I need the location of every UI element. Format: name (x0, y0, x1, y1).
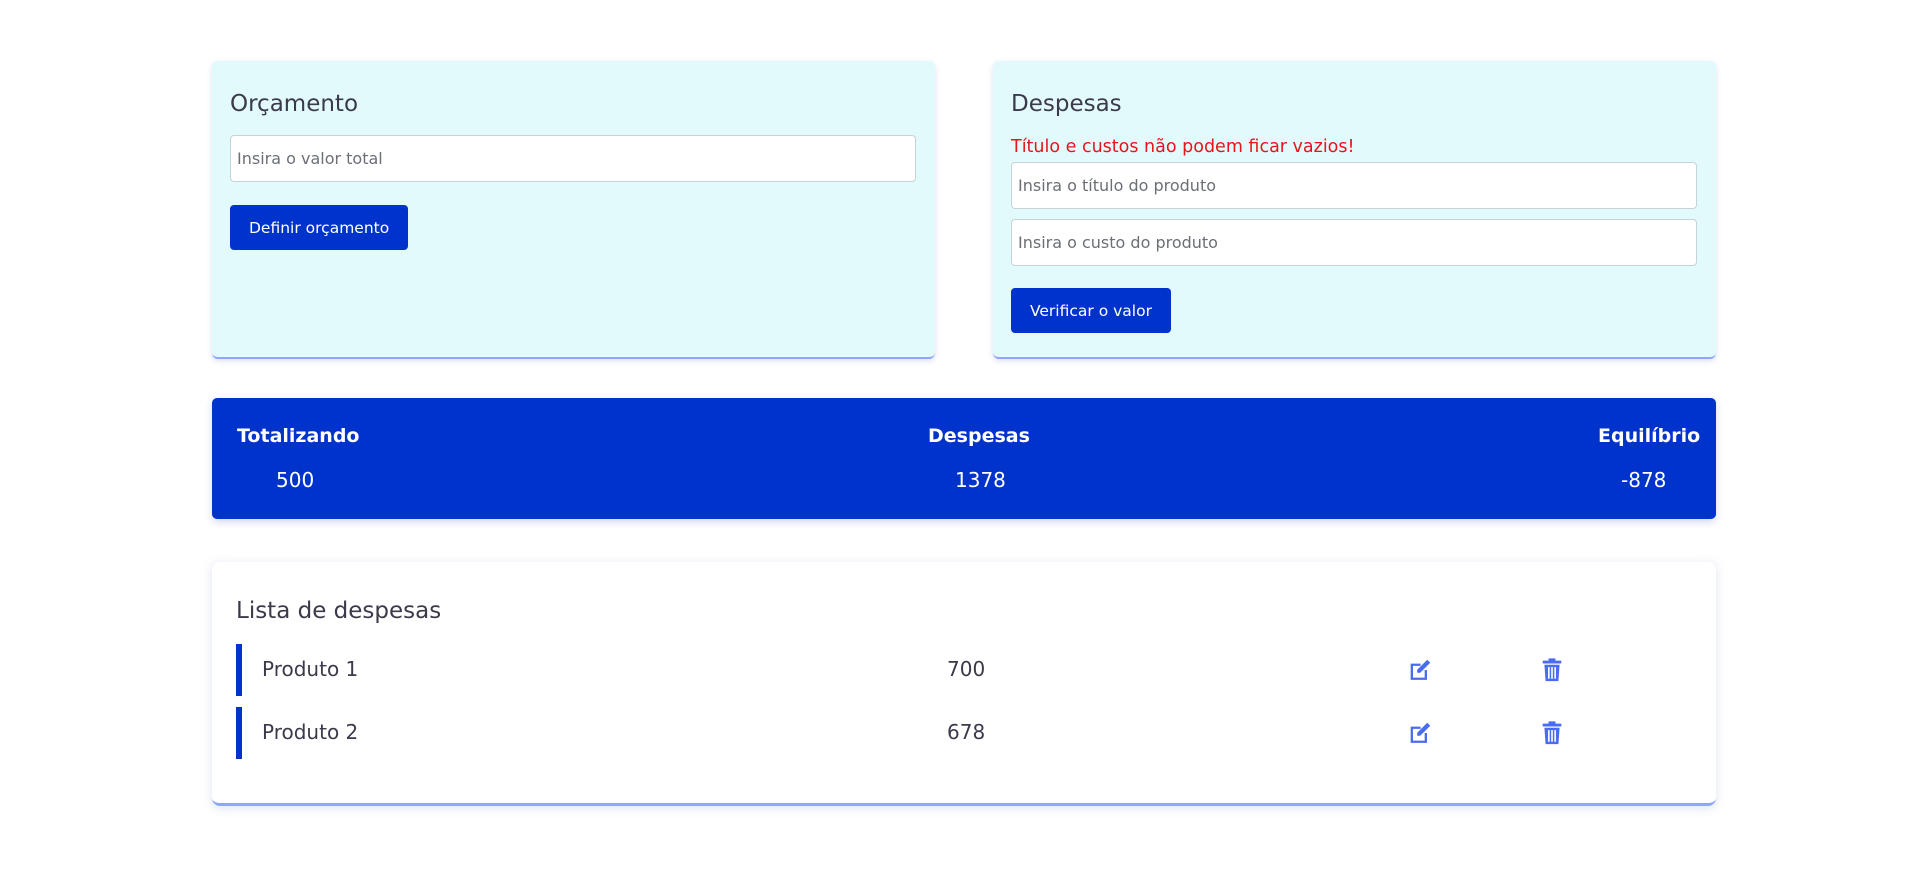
balance-label: Equilíbrio (1598, 425, 1701, 447)
summary-bar: Totalizando 500 Despesas 1378 Equilíbrio… (212, 398, 1716, 519)
product-cost-input[interactable] (1011, 219, 1697, 266)
expense-list-title: Lista de despesas (236, 598, 442, 624)
edit-icon[interactable] (1406, 719, 1434, 747)
list-item: Produto 2 678 (236, 707, 1696, 759)
total-value: 500 (276, 468, 315, 492)
check-value-button[interactable]: Verificar o valor (1011, 288, 1171, 333)
list-item-name: Produto 1 (262, 657, 359, 681)
expenses-value: 1378 (955, 468, 1006, 492)
trash-icon[interactable] (1538, 656, 1566, 684)
error-message: Título e custos não podem ficar vazios! (1011, 137, 1355, 157)
budget-title: Orçamento (230, 91, 359, 117)
set-budget-button[interactable]: Definir orçamento (230, 205, 409, 250)
list-item-name: Produto 2 (262, 720, 359, 744)
list-item-marker (236, 644, 242, 696)
expenses-label: Despesas (928, 425, 1030, 447)
list-item-cost: 700 (947, 657, 986, 681)
list-item: Produto 1 700 (236, 644, 1696, 696)
total-label: Totalizando (237, 425, 360, 447)
budget-card: Orçamento Definir orçamento (212, 61, 935, 359)
list-item-marker (236, 707, 242, 759)
product-title-input[interactable] (1011, 162, 1697, 209)
expense-card: Despesas Título e custos não podem ficar… (993, 61, 1716, 359)
expense-title: Despesas (1011, 91, 1122, 117)
budget-total-input[interactable] (230, 135, 916, 182)
page: Orçamento Definir orçamento Despesas Tít… (0, 0, 1919, 870)
trash-icon[interactable] (1538, 719, 1566, 747)
balance-value: -878 (1621, 468, 1667, 492)
list-item-cost: 678 (947, 720, 986, 744)
edit-icon[interactable] (1406, 656, 1434, 684)
expense-list-card: Lista de despesas Produto 1 700 Produto … (212, 562, 1716, 806)
